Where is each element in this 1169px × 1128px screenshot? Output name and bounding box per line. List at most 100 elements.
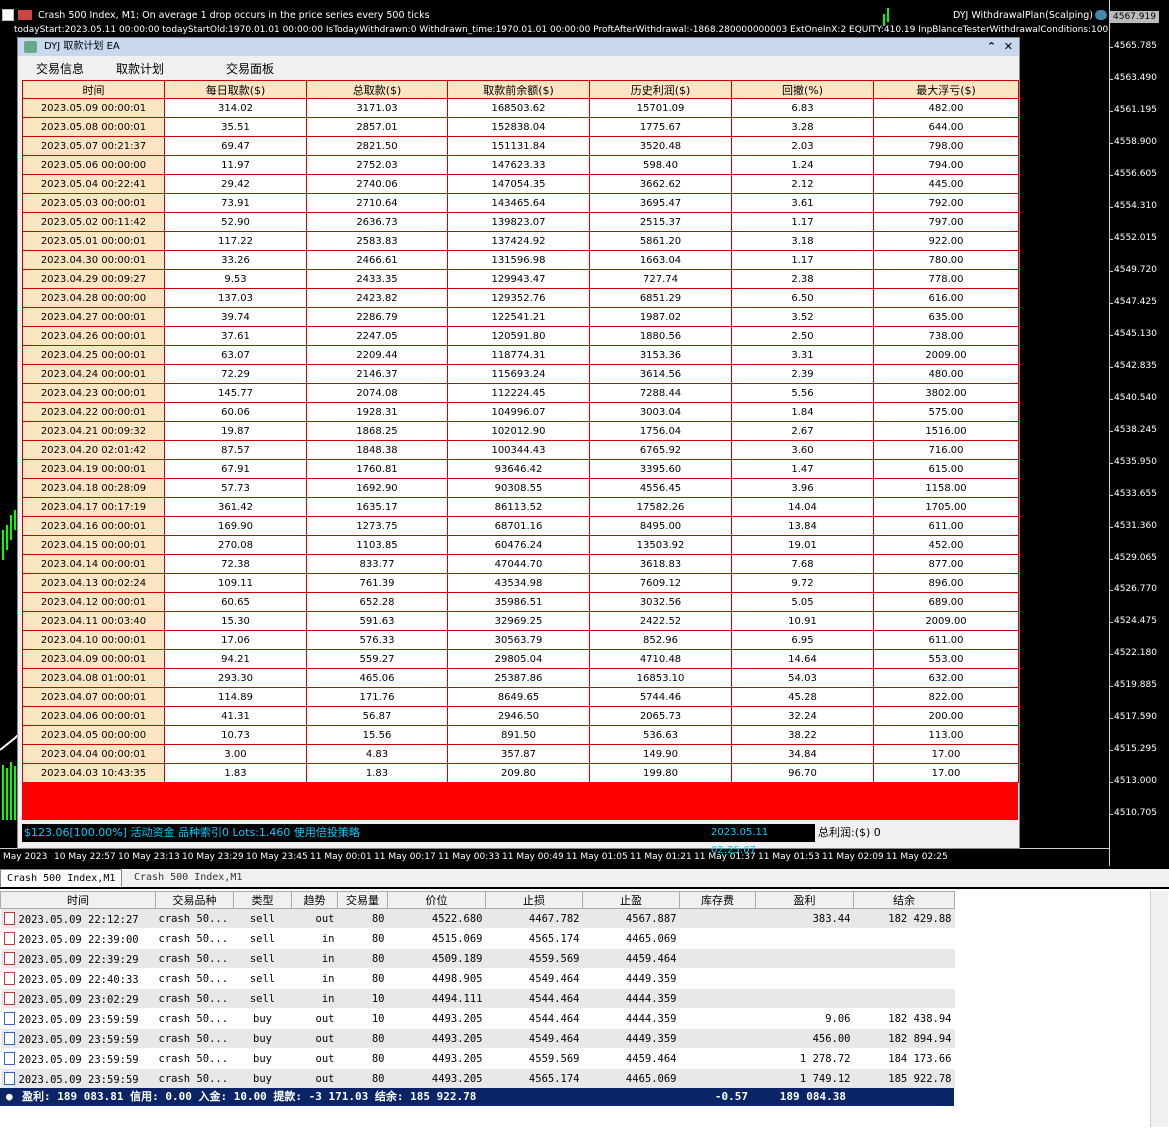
history-cell: 456.00 <box>755 1028 854 1049</box>
vertical-scrollbar[interactable] <box>1150 891 1168 1127</box>
cell-text: in <box>321 932 335 945</box>
history-row[interactable]: 2023.05.09 22:12:27 crash 50... sell out 80 4… <box>0 908 955 929</box>
table-cell: 2023.04.27 00:00:01 <box>22 307 165 327</box>
history-row[interactable]: 2023.05.09 23:59:59 crash 50... buy out 80 44… <box>0 1068 955 1089</box>
cell-text: 4498.905 <box>431 972 483 985</box>
column-header[interactable]: 取款前余额($) <box>447 80 590 99</box>
sell-deal-icon <box>3 991 15 1005</box>
history-row[interactable]: 2023.05.09 23:02:29 crash 50... sell in 10 44… <box>0 988 955 1009</box>
table-cell: 117.22 <box>164 231 307 251</box>
table-cell: 2074.08 <box>306 383 448 403</box>
history-row[interactable]: 2023.05.09 22:39:00 crash 50... sell in 80 45… <box>0 928 955 949</box>
column-header[interactable]: 最大浮亏($) <box>873 80 1019 99</box>
table-cell: 2023.04.23 00:00:01 <box>22 383 165 403</box>
table-cell: 38.22 <box>731 725 874 745</box>
table-cell: 591.63 <box>306 611 448 631</box>
column-header[interactable]: 结余 <box>853 891 955 909</box>
table-cell: 90308.55 <box>447 478 590 498</box>
cell-text: out <box>315 1032 335 1045</box>
column-header[interactable]: 交易量 <box>337 891 388 909</box>
table-cell: 60476.24 <box>447 535 590 555</box>
table-cell: 96.70 <box>731 763 874 783</box>
table-row: 2023.05.07 00:21:37 69.47 2821.50 151131.84… <box>22 136 1019 156</box>
menu-trade-panel[interactable]: 交易面板 <box>226 60 274 77</box>
column-header[interactable]: 止损 <box>485 891 583 909</box>
table-cell: 1705.00 <box>873 497 1019 517</box>
cell-text: 2023.05.09 23:59:59 <box>18 1073 139 1086</box>
table-cell: 2023.04.13 00:02:24 <box>22 573 165 593</box>
table-cell: 3171.03 <box>306 98 448 118</box>
column-header[interactable]: 每日取款($) <box>164 80 307 99</box>
ea-logo-icon <box>24 41 37 53</box>
cell-text: in <box>321 972 335 985</box>
history-cell: out <box>291 1028 338 1049</box>
column-header[interactable]: 时间 <box>0 891 156 909</box>
history-cell: sell <box>233 988 292 1009</box>
history-cell: crash 50... <box>155 1028 234 1049</box>
close-icon[interactable]: ✕ <box>1004 40 1013 53</box>
ea-titlebar[interactable]: DYJ 取款计划 EA ⌃ ✕ <box>18 38 1019 56</box>
history-cell: 4544.464 <box>485 1008 583 1029</box>
column-header[interactable]: 趋势 <box>291 891 338 909</box>
table-cell: 104996.07 <box>447 402 590 422</box>
history-row[interactable]: 2023.05.09 23:59:59 crash 50... buy out 80 44… <box>0 1028 955 1049</box>
table-row: 2023.04.25 00:00:01 63.07 2209.44 118774.31… <box>22 345 1019 365</box>
ea-menu: 交易信息 取款计划 交易面板 <box>18 56 1019 78</box>
table-cell: 293.30 <box>164 668 307 688</box>
table-cell: 553.00 <box>873 649 1019 669</box>
table-cell: 3.61 <box>731 193 874 213</box>
table-cell: 16853.10 <box>589 668 732 688</box>
cell-text: 1 278.72 <box>799 1052 851 1065</box>
table-cell: 2423.82 <box>306 288 448 308</box>
table-cell: 2752.03 <box>306 155 448 175</box>
minimize-icon[interactable]: ⌃ <box>987 40 996 53</box>
table-cell: 833.77 <box>306 554 448 574</box>
history-cell: sell <box>233 928 292 949</box>
history-cell: 10 <box>337 988 388 1009</box>
table-cell: 57.73 <box>164 478 307 498</box>
table-cell: 2023.04.10 00:00:01 <box>22 630 165 650</box>
time-scale[interactable]: May 2023 10 May 22:57 10 May 23:13 10 May 2… <box>0 848 1109 866</box>
column-header[interactable]: 回撤(%) <box>731 80 874 99</box>
cell-text: 456.00 <box>812 1032 851 1045</box>
column-header[interactable]: 总取款($) <box>306 80 448 99</box>
history-row[interactable]: 2023.05.09 22:40:33 crash 50... sell in 80 44… <box>0 968 955 989</box>
table-cell: 2.50 <box>731 326 874 346</box>
ea-panel[interactable]: DYJ 取款计划 EA ⌃ ✕ 交易信息 取款计划 交易面板 时间 每日取款($)… <box>17 37 1020 856</box>
cell-text: 80 <box>371 1072 385 1085</box>
history-row[interactable]: 2023.05.09 23:59:59 crash 50... buy out 10 44… <box>0 1008 955 1029</box>
menu-trade-info[interactable]: 交易信息 <box>36 60 84 77</box>
time-label: 11 May 02:25 <box>886 852 948 862</box>
column-header[interactable]: 价位 <box>387 891 486 909</box>
column-header[interactable]: 交易品种 <box>155 891 234 909</box>
table-cell: 33.26 <box>164 250 307 270</box>
chart-title: Crash 500 Index, M1: On average 1 drop o… <box>38 9 430 21</box>
price-label: 4547.425 <box>1109 296 1157 307</box>
table-cell: 2023.05.02 00:11:42 <box>22 212 165 232</box>
history-row[interactable]: 2023.05.09 22:39:29 crash 50... sell in 80 45… <box>0 948 955 969</box>
table-cell: 2023.04.20 02:01:42 <box>22 440 165 460</box>
table-cell: 357.87 <box>447 744 590 764</box>
tab-chart-2[interactable]: Crash 500 Index,M1 <box>128 869 248 886</box>
column-header[interactable]: 历史利润($) <box>589 80 732 99</box>
table-cell: 575.00 <box>873 402 1019 422</box>
table-cell: 13503.92 <box>589 535 732 555</box>
cell-text: 4449.359 <box>625 1032 677 1045</box>
time-label: 10 May 23:29 <box>182 852 244 862</box>
history-row[interactable]: 2023.05.09 23:59:59 crash 50... buy out 80 44… <box>0 1048 955 1069</box>
history-cell: 383.44 <box>755 908 854 929</box>
column-header[interactable]: 止盈 <box>582 891 680 909</box>
column-header[interactable]: 库存费 <box>679 891 756 909</box>
table-cell: 652.28 <box>306 592 448 612</box>
table-cell: 32.24 <box>731 706 874 726</box>
menu-withdrawal-plan[interactable]: 取款计划 <box>116 60 164 77</box>
table-cell: 102012.90 <box>447 421 590 441</box>
column-header[interactable]: 盈利 <box>755 891 854 909</box>
tab-chart-1[interactable]: Crash 500 Index,M1 <box>0 869 123 887</box>
table-cell: 29805.04 <box>447 649 590 669</box>
table-cell: 2023.05.08 00:00:01 <box>22 117 165 137</box>
column-header[interactable]: 类型 <box>233 891 292 909</box>
column-header[interactable]: 时间 <box>22 80 165 99</box>
price-scale[interactable]: 4565.785 4563.490 4561.195 4558.900 4556.605… <box>1109 0 1169 866</box>
cell-text: 80 <box>371 932 385 945</box>
